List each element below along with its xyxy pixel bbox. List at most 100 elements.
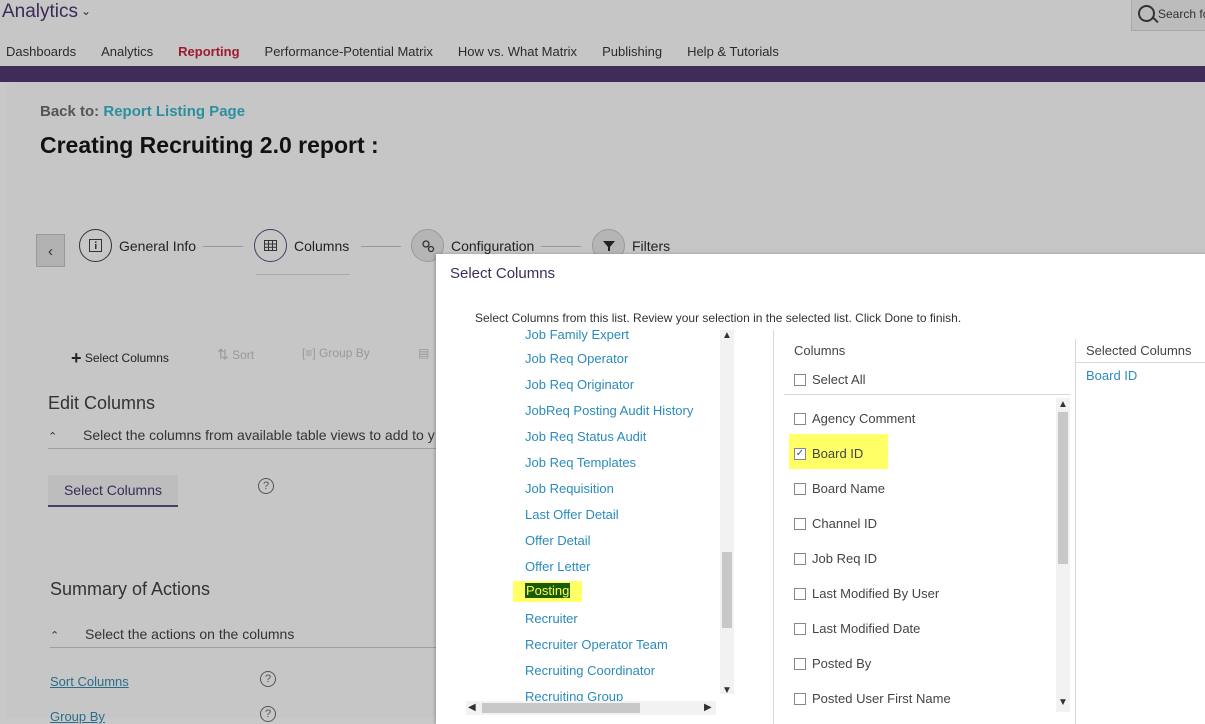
table-item[interactable]: Job Requisition xyxy=(525,481,614,496)
tables-hscrollbar[interactable]: ◀ ▶ xyxy=(466,701,716,715)
columns-scrollbar[interactable] xyxy=(1056,398,1070,712)
columns-heading: Columns xyxy=(794,343,846,358)
scroll-right-icon[interactable]: ▶ xyxy=(704,702,712,713)
scroll-down-icon[interactable]: ▼ xyxy=(1058,697,1068,708)
selected-column-item[interactable]: Board ID xyxy=(1086,368,1137,383)
search-icon xyxy=(1138,5,1155,22)
help-icon[interactable]: ? xyxy=(258,478,274,494)
help-icon[interactable]: ? xyxy=(260,706,276,722)
search-box[interactable]: Search fo xyxy=(1131,0,1205,31)
select-columns-button[interactable]: Select Columns xyxy=(48,475,178,507)
column-label: Board Name xyxy=(812,481,885,496)
back-link[interactable]: Report Listing Page xyxy=(103,103,245,120)
table-item[interactable]: Job Req Status Audit xyxy=(525,429,646,444)
column-row-last-modified-by-user[interactable]: Last Modified By User xyxy=(794,586,939,601)
group-by-tool[interactable]: [≡] Group By xyxy=(302,346,370,360)
tool-label: Group By xyxy=(319,346,370,360)
search-input[interactable]: Search fo xyxy=(1158,7,1205,21)
column-row-agency-comment[interactable]: Agency Comment xyxy=(794,411,915,426)
summary-subtitle: ⌃ Select the actions on the columns xyxy=(50,626,294,642)
pane-divider xyxy=(1075,339,1076,724)
scrollbar-thumb[interactable] xyxy=(1058,412,1068,564)
column-checkbox[interactable] xyxy=(794,692,806,705)
columns-divider xyxy=(784,394,1070,395)
table-item-posting[interactable]: Posting xyxy=(513,581,583,602)
chevron-down-icon: ⌄ xyxy=(81,4,92,18)
chevron-left-icon: ‹ xyxy=(48,243,53,260)
table-item[interactable]: Recruiter Operator Team xyxy=(525,637,668,652)
app-title: Analytics xyxy=(2,1,79,22)
scrollbar-thumb[interactable] xyxy=(482,703,640,713)
nav-analytics[interactable]: Analytics xyxy=(101,44,153,62)
scrollbar-thumb[interactable] xyxy=(722,552,732,628)
tool-label: Sort xyxy=(232,348,255,362)
clipboard-icon[interactable]: ▤ xyxy=(418,346,429,360)
scroll-down-icon[interactable]: ▼ xyxy=(722,685,732,696)
nav-reporting[interactable]: Reporting xyxy=(178,44,239,62)
table-item[interactable]: Job Req Originator xyxy=(525,377,634,392)
column-checkbox-checked[interactable]: ✓ xyxy=(794,447,806,460)
column-checkbox[interactable] xyxy=(794,587,806,600)
column-label: Channel ID xyxy=(812,516,878,531)
nav-publishing[interactable]: Publishing xyxy=(602,44,662,62)
column-checkbox[interactable] xyxy=(794,482,806,495)
column-checkbox[interactable] xyxy=(794,412,806,425)
chevron-up-icon[interactable]: ⌃ xyxy=(48,430,72,443)
edit-columns-heading: Edit Columns xyxy=(48,393,156,413)
column-row-last-modified-date[interactable]: Last Modified Date xyxy=(794,621,920,636)
nav-how-vs-what-matrix[interactable]: How vs. What Matrix xyxy=(458,44,577,62)
info-icon xyxy=(79,229,112,262)
scroll-up-icon[interactable]: ▲ xyxy=(1058,399,1068,410)
column-checkbox[interactable] xyxy=(794,657,806,670)
table-item[interactable]: Offer Letter xyxy=(525,559,591,574)
nav-performance-potential-matrix[interactable]: Performance-Potential Matrix xyxy=(265,44,433,62)
table-item[interactable]: Last Offer Detail xyxy=(525,507,619,522)
header-accent-bar xyxy=(0,66,1205,82)
table-item[interactable]: Offer Detail xyxy=(525,533,591,548)
edit-columns-subtitle: ⌃ Select the columns from available table… xyxy=(48,427,435,443)
step-columns[interactable]: Columns xyxy=(254,229,349,262)
tables-scrollbar[interactable] xyxy=(720,330,734,694)
group-by-link[interactable]: Group By xyxy=(50,709,105,724)
top-header: Analytics ⌄ Search fo Dashboards Analytic… xyxy=(0,0,1205,66)
sort-tool[interactable]: ⇅ Sort xyxy=(217,346,254,363)
column-checkbox[interactable] xyxy=(794,622,806,635)
modal-title: Select Columns xyxy=(450,265,556,282)
scroll-left-icon[interactable]: ◀ xyxy=(468,702,476,713)
table-item[interactable]: Job Family Expert xyxy=(525,330,629,342)
stepper-back-button[interactable]: ‹ xyxy=(36,234,65,267)
step-connector xyxy=(203,246,243,247)
column-row-posted-user-first-name[interactable]: Posted User First Name xyxy=(794,691,951,706)
tool-label: Select Columns xyxy=(84,351,169,365)
step-general-info[interactable]: General Info xyxy=(79,229,196,262)
column-checkbox[interactable] xyxy=(794,552,806,565)
column-row-job-req-id[interactable]: Job Req ID xyxy=(794,551,877,566)
help-icon[interactable]: ? xyxy=(260,671,276,687)
scroll-up-icon[interactable]: ▲ xyxy=(722,330,732,341)
selected-columns-heading: Selected Columns xyxy=(1086,343,1192,358)
sort-columns-link[interactable]: Sort Columns xyxy=(50,674,129,689)
column-row-board-id[interactable]: ✓ Board ID xyxy=(794,446,863,461)
table-item[interactable]: JobReq Posting Audit History xyxy=(525,403,693,418)
step-label: General Info xyxy=(119,237,197,254)
grid-icon xyxy=(254,229,287,262)
column-row-channel-id[interactable]: Channel ID xyxy=(794,516,877,531)
table-item[interactable]: Recruiter xyxy=(525,611,578,626)
column-checkbox[interactable] xyxy=(794,517,806,530)
step-connector xyxy=(541,246,581,247)
column-label: Posted User First Name xyxy=(812,691,951,706)
select-all-row[interactable]: Select All xyxy=(794,372,865,387)
step-label: Filters xyxy=(632,237,671,254)
table-item[interactable]: Job Req Templates xyxy=(525,455,636,470)
table-item[interactable]: Recruiting Coordinator xyxy=(525,663,655,678)
table-item[interactable]: Job Req Operator xyxy=(525,351,628,366)
nav-help-tutorials[interactable]: Help & Tutorials xyxy=(687,44,779,62)
select-columns-tool[interactable]: + Select Columns xyxy=(71,346,169,368)
nav-dashboards[interactable]: Dashboards xyxy=(6,44,76,62)
app-switcher[interactable]: Analytics ⌄ xyxy=(2,1,91,23)
select-columns-modal: Select Columns Select Columns from this … xyxy=(436,254,1205,724)
column-row-posted-by[interactable]: Posted By xyxy=(794,656,871,671)
column-row-board-name[interactable]: Board Name xyxy=(794,481,885,496)
chevron-up-icon[interactable]: ⌃ xyxy=(50,629,74,642)
select-all-checkbox[interactable] xyxy=(794,373,806,386)
